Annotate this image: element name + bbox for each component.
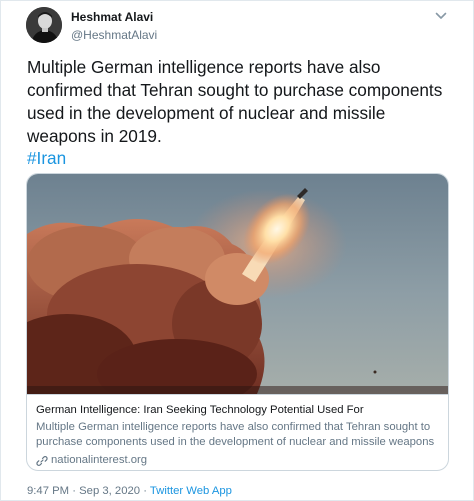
- tweet-time[interactable]: 9:47 PM: [27, 485, 69, 497]
- chevron-down-icon[interactable]: [434, 9, 448, 23]
- tweet-text: Multiple German intelligence reports hav…: [27, 57, 443, 146]
- tweet-meta: 9:47 PM · Sep 3, 2020 · Twitter Web App: [27, 484, 232, 498]
- tweet-date[interactable]: Sep 3, 2020: [79, 485, 140, 497]
- card-title: German Intelligence: Iran Seeking Techno…: [36, 404, 364, 416]
- card-domain: nationalinterest.org: [36, 453, 439, 468]
- meta-separator: ·: [72, 485, 76, 497]
- card-body: German Intelligence: Iran Seeking Techno…: [27, 394, 448, 470]
- card-description: Multiple German intelligence reports hav…: [36, 421, 435, 448]
- author-block: Heshmat Alavi @HeshmatAlavi: [71, 10, 157, 43]
- card-image: [27, 174, 448, 394]
- card-domain-text: nationalinterest.org: [51, 454, 148, 466]
- link-icon: [36, 455, 48, 466]
- hashtag-link[interactable]: #Iran: [27, 147, 66, 170]
- avatar-image: [26, 7, 62, 43]
- author-handle[interactable]: @HeshmatAlavi: [71, 28, 157, 43]
- source-app-link[interactable]: Twitter Web App: [150, 485, 232, 497]
- tweet-container: Heshmat Alavi @HeshmatAlavi Multiple Ger…: [0, 0, 474, 501]
- meta-separator: ·: [143, 485, 147, 497]
- link-card[interactable]: German Intelligence: Iran Seeking Techno…: [26, 173, 449, 471]
- author-display-name[interactable]: Heshmat Alavi: [71, 10, 157, 25]
- avatar[interactable]: [26, 7, 62, 43]
